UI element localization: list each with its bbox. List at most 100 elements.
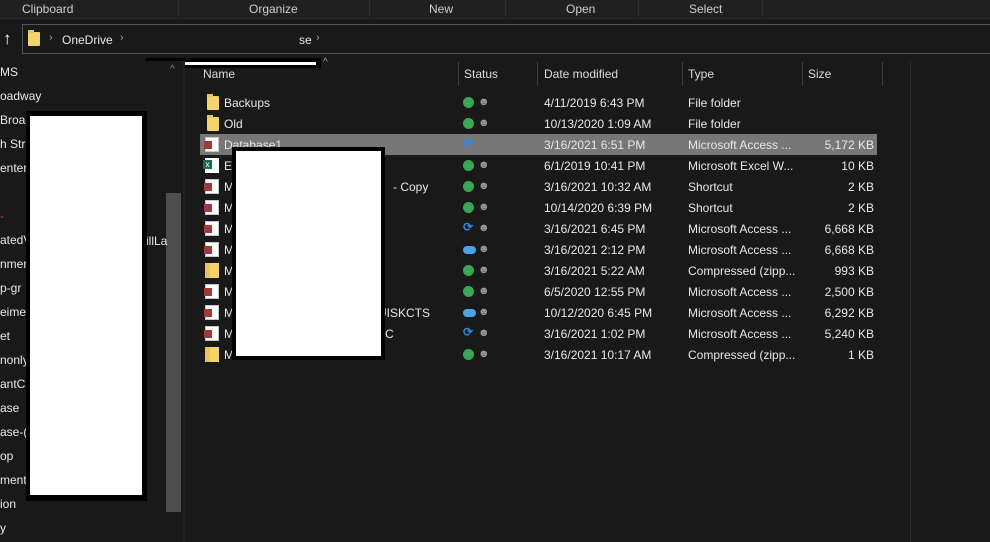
shared-person-icon: ☻ [478,264,490,276]
sidebar-item[interactable]: nonly [0,353,29,367]
sidebar-item[interactable]: ment [0,473,27,487]
file-date: 10/14/2020 6:39 PM [544,201,653,215]
breadcrumb-onedrive[interactable]: OneDrive [62,33,113,47]
ribbon-new[interactable]: New [429,2,453,16]
access-file-icon [204,221,219,236]
file-type: Compressed (zipp... [688,264,796,278]
scroll-up-icon[interactable]: ^ [170,64,175,75]
file-name[interactable]: E [224,159,232,173]
file-type: Shortcut [688,180,733,194]
shared-person-icon: ☻ [478,201,490,213]
shared-person-icon: ☻ [478,117,490,129]
file-type: File folder [688,96,741,110]
sidebar-item[interactable]: MS [0,65,18,79]
file-date: 4/11/2019 6:43 PM [544,96,645,110]
file-date: 6/5/2020 12:55 PM [544,285,646,299]
file-row[interactable]: Old ☻ 10/13/2020 1:09 AM File folder [200,113,877,134]
synced-check-icon [463,265,474,276]
sync-pending-icon: ⟳ [463,325,474,339]
column-status[interactable]: Status [464,67,498,81]
ribbon: Clipboard Organize New Open Select [0,0,990,19]
cloud-only-icon [463,246,476,254]
file-row[interactable]: Backups ☻ 4/11/2019 6:43 PM File folder [200,92,877,113]
file-type: Microsoft Access ... [688,327,792,341]
sidebar-item[interactable]: - [0,209,4,223]
file-size: 10 KB [841,159,874,173]
ribbon-select[interactable]: Select [689,2,722,16]
file-type: Microsoft Access ... [688,138,792,152]
synced-check-icon [463,202,474,213]
sidebar-item[interactable]: ase [0,401,19,415]
sidebar-item[interactable]: ion [0,497,16,511]
file-type: Compressed (zipp... [688,348,796,362]
sidebar-item[interactable]: p-gr [0,281,21,295]
excel-file-icon [203,158,219,173]
file-date: 10/13/2020 1:09 AM [544,117,652,131]
folder-icon [28,30,40,46]
column-name[interactable]: Name [203,67,235,81]
address-bar[interactable]: › OneDrive › se › [22,24,990,68]
chevron-right-icon[interactable]: › [49,32,53,44]
ribbon-open[interactable]: Open [566,2,595,16]
sidebar-item[interactable]: eime [0,305,26,319]
file-name[interactable]: Backups [224,96,270,110]
file-name-tail: C [385,327,394,341]
redaction-fill [30,116,142,495]
up-arrow-icon[interactable]: ↑ [3,29,12,49]
shared-person-icon: ☻ [478,243,490,255]
access-file-icon [204,305,219,320]
column-date-modified[interactable]: Date modified [544,67,618,81]
synced-check-icon [463,160,474,171]
file-type: Microsoft Access ... [688,222,792,236]
chevron-right-icon[interactable]: › [120,32,124,44]
file-date: 3/16/2021 6:51 PM [544,138,646,152]
file-date: 10/12/2020 6:45 PM [544,306,653,320]
file-size: 6,668 KB [824,222,874,236]
file-size: 5,240 KB [824,327,874,341]
file-size: 6,668 KB [824,243,874,257]
file-name-tail: - Copy [393,180,429,194]
sidebar-item[interactable]: h Str [0,137,25,151]
sidebar-item[interactable]: antC [0,377,25,391]
file-size: 1 KB [847,348,874,362]
column-type[interactable]: Type [688,67,714,81]
pane-edge [910,61,911,542]
shared-person-icon: ☻ [478,327,490,339]
redaction-fill [236,151,381,356]
sidebar-item[interactable]: oadway [0,89,41,103]
ribbon-clipboard[interactable]: Clipboard [22,2,73,16]
ribbon-organize[interactable]: Organize [249,2,298,16]
file-date: 3/16/2021 1:02 PM [544,327,646,341]
synced-check-icon [463,181,474,192]
sidebar-item[interactable]: enter [0,161,27,175]
file-type: File folder [688,117,741,131]
sidebar-item[interactable]: nmer [0,257,27,271]
sidebar-item[interactable]: y [0,521,6,535]
access-file-icon [204,179,219,194]
shared-person-icon: ☻ [478,222,490,234]
sidebar-item[interactable]: ase-( [0,425,27,439]
sidebar-overflow-text: illLa [146,234,168,248]
pane-divider [183,61,185,542]
sidebar-scrollbar-thumb[interactable] [166,193,181,512]
access-file-icon [204,200,219,215]
file-name-tail: UISKCTS [378,306,431,320]
sidebar-item[interactable]: et [0,329,10,343]
breadcrumb-current[interactable]: se [299,33,312,47]
sort-ascending-icon: ^ [323,57,328,68]
column-size[interactable]: Size [808,67,831,81]
shared-person-icon: ☻ [478,96,490,108]
shared-person-icon: ☻ [478,348,490,360]
file-size: 2 KB [847,180,874,194]
shared-person-icon: ☻ [478,180,490,192]
folder-icon [207,115,219,131]
synced-check-icon [463,286,474,297]
access-file-icon [204,326,219,341]
file-size: 993 KB [834,264,874,278]
cloud-only-icon [463,309,476,317]
file-size: 6,292 KB [824,306,874,320]
file-name[interactable]: Old [224,117,243,131]
sidebar-item[interactable]: op [0,449,13,463]
file-date: 3/16/2021 10:32 AM [544,180,652,194]
chevron-right-icon[interactable]: › [316,32,320,44]
